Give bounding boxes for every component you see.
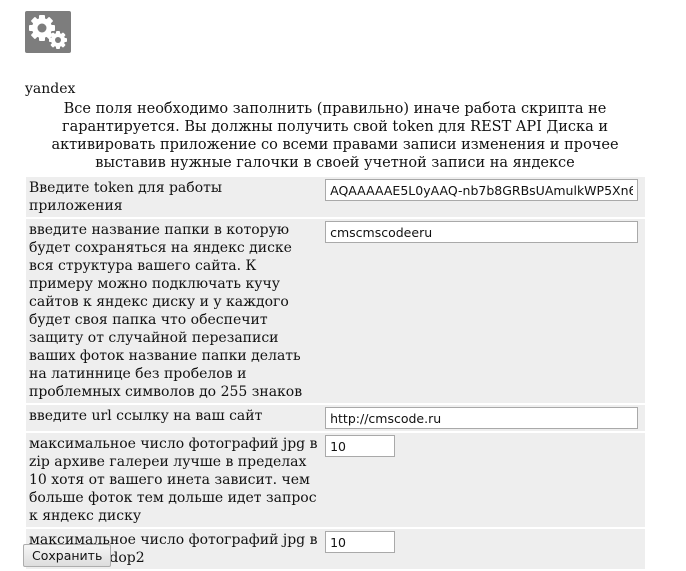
notice-text: Все поля необходимо заполнить (правильно… — [51, 101, 619, 171]
token-label: Введите token для работы приложения — [26, 177, 323, 217]
site-url-input[interactable] — [325, 407, 639, 429]
folder-name-input[interactable] — [325, 221, 639, 243]
module-name: yandex — [25, 81, 76, 97]
site-url-label: введите url ссылку на ваш сайт — [26, 405, 323, 431]
gears-icon — [25, 11, 71, 53]
token-input[interactable] — [325, 179, 639, 201]
table-row: Введите token для работы приложения — [26, 177, 645, 217]
folder-name-label: введите название папки в которую будет с… — [26, 219, 323, 403]
max-photos-label: максимальное число фотографий jpg в zip … — [26, 433, 323, 527]
table-row: максимальное число фотографий jpg в zip … — [26, 529, 645, 569]
table-row: максимальное число фотографий jpg в zip … — [26, 433, 645, 527]
max-photos-input[interactable] — [325, 435, 396, 457]
table-row: введите название папки в которую будет с… — [26, 219, 645, 403]
settings-table: Введите token для работы приложения введ… — [26, 175, 645, 571]
table-row: введите url ссылку на ваш сайт — [26, 405, 645, 431]
max-photos-dop2-input[interactable] — [325, 531, 396, 553]
save-button[interactable]: Сохранить — [23, 544, 112, 567]
